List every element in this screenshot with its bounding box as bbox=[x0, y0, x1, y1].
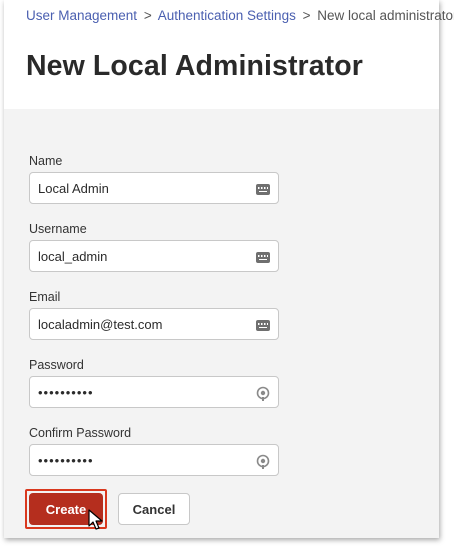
name-label: Name bbox=[29, 154, 63, 168]
dialog-frame: User Management > Authentication Setting… bbox=[4, 0, 454, 538]
name-input[interactable] bbox=[30, 173, 278, 203]
email-input[interactable] bbox=[30, 309, 278, 339]
email-label: Email bbox=[29, 290, 61, 304]
email-input-wrapper bbox=[29, 308, 279, 340]
keyboard-icon[interactable] bbox=[255, 317, 271, 333]
form-panel: Name Username Email Password bbox=[4, 109, 439, 538]
username-field-group: Username bbox=[29, 221, 279, 272]
username-input-wrapper bbox=[29, 240, 279, 272]
mouse-pointer-icon bbox=[88, 509, 103, 530]
confirm-password-input[interactable] bbox=[30, 445, 278, 475]
breadcrumb-authentication-settings[interactable]: Authentication Settings bbox=[158, 8, 296, 23]
breadcrumb-user-management[interactable]: User Management bbox=[26, 8, 137, 23]
password-field-group: Password bbox=[29, 357, 279, 408]
password-input-wrapper bbox=[29, 376, 279, 408]
password-reveal-icon[interactable] bbox=[255, 385, 271, 401]
breadcrumb-separator: > bbox=[143, 8, 152, 23]
keyboard-icon[interactable] bbox=[255, 249, 271, 265]
breadcrumb-current: New local administrator bbox=[317, 8, 454, 23]
confirm-password-field-group: Confirm Password bbox=[29, 425, 279, 476]
username-label: Username bbox=[29, 222, 87, 236]
breadcrumb-separator: > bbox=[302, 8, 311, 23]
cancel-button[interactable]: Cancel bbox=[118, 493, 190, 525]
password-reveal-icon[interactable] bbox=[255, 453, 271, 469]
password-label: Password bbox=[29, 358, 84, 372]
name-input-wrapper bbox=[29, 172, 279, 204]
name-field-group: Name bbox=[29, 153, 279, 204]
email-field-group: Email bbox=[29, 289, 279, 340]
password-input[interactable] bbox=[30, 377, 278, 407]
breadcrumb: User Management > Authentication Setting… bbox=[26, 8, 454, 23]
confirm-password-label: Confirm Password bbox=[29, 426, 132, 440]
page-title: New Local Administrator bbox=[26, 50, 363, 82]
keyboard-icon[interactable] bbox=[255, 181, 271, 197]
confirm-password-input-wrapper bbox=[29, 444, 279, 476]
username-input[interactable] bbox=[30, 241, 278, 271]
